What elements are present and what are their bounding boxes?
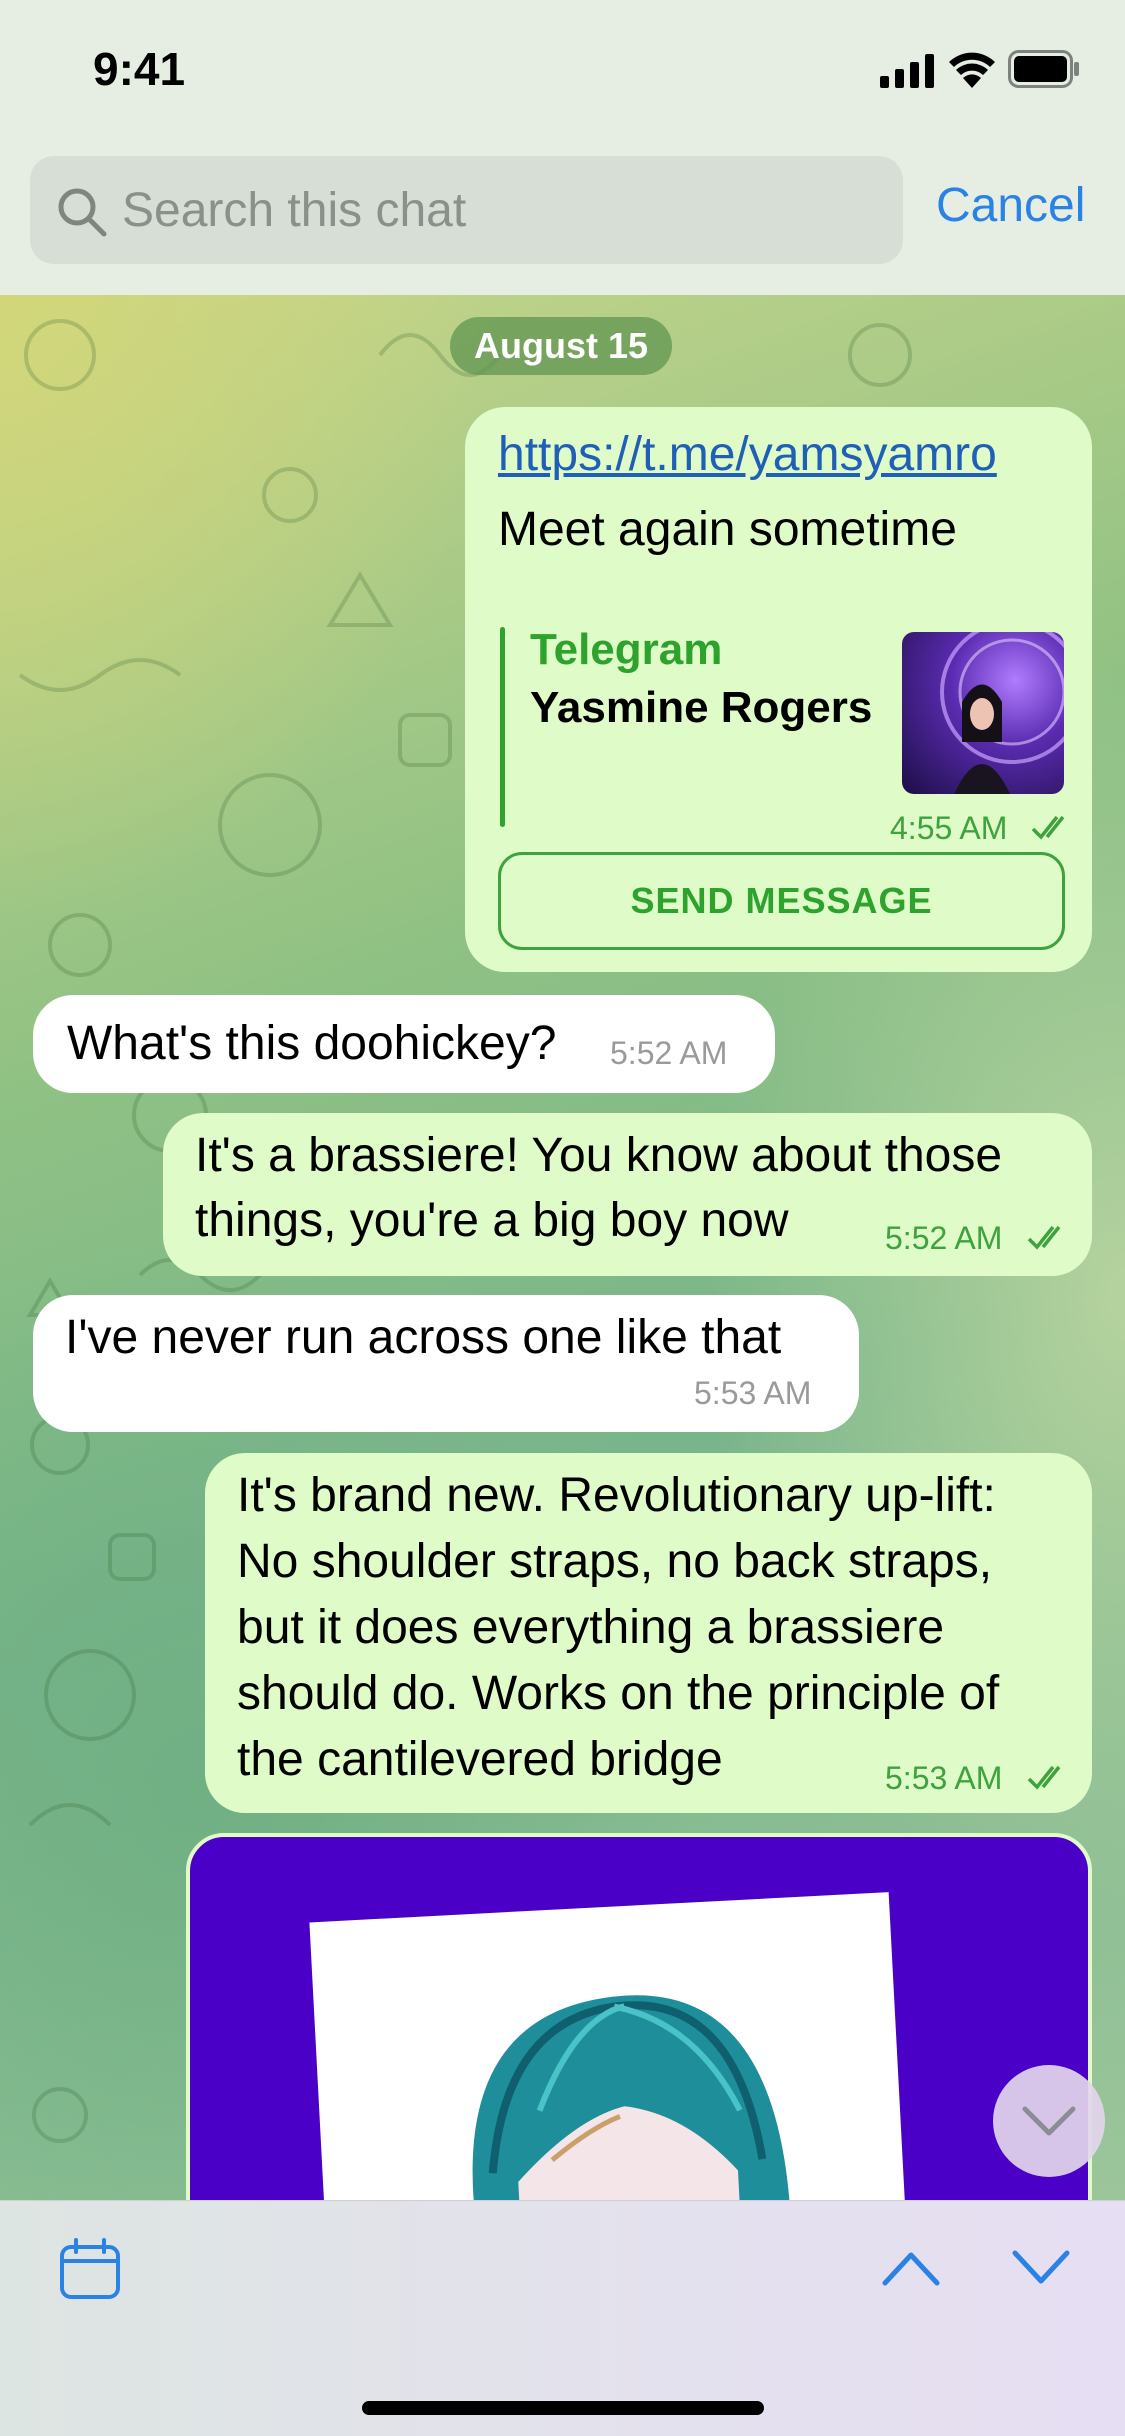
date-separator: August 15 xyxy=(450,317,672,375)
search-icon xyxy=(58,188,107,237)
wifi-icon xyxy=(949,52,995,88)
search-navigation-bar xyxy=(0,2200,1125,2436)
thumbnail-portrait xyxy=(940,632,1064,794)
message-text: Meet again sometime xyxy=(498,503,957,556)
search-input[interactable] xyxy=(122,156,882,264)
top-area: 9:41 Cancel xyxy=(0,0,1125,295)
link-preview-site: Telegram xyxy=(530,625,723,674)
link-preview-title: Yasmine Rogers xyxy=(530,683,873,732)
double-check-icon xyxy=(1027,1225,1061,1250)
battery-icon xyxy=(1008,50,1079,88)
signal-icon xyxy=(880,54,934,88)
message-time: 5:52 AM xyxy=(885,1220,1003,1256)
status-bar: 9:41 xyxy=(0,0,1125,140)
message-bubble-outgoing[interactable]: It's a brassiere! You know about those t… xyxy=(163,1113,1092,1276)
message-text: What's this doohickey? xyxy=(67,1017,557,1070)
link-preview-thumbnail[interactable] xyxy=(902,632,1064,794)
double-check-icon xyxy=(1027,1765,1061,1790)
message-bubble-outgoing[interactable]: It's brand new. Revolutionary up-lift: N… xyxy=(205,1453,1092,1813)
message-time: 4:55 AM xyxy=(890,810,1008,846)
photo-illustration xyxy=(472,1995,790,2200)
message-time: 5:52 AM xyxy=(610,1035,728,1071)
message-text-line: the cantilevered bridge xyxy=(237,1733,723,1786)
message-time: 5:53 AM xyxy=(694,1375,812,1411)
message-text-line: No shoulder straps, no back straps, xyxy=(237,1535,993,1588)
message-text: I've never run across one like that xyxy=(65,1311,782,1364)
message-bubble-incoming[interactable]: What's this doohickey? 5:52 AM xyxy=(33,995,775,1093)
message-text-line: things, you're a big boy now xyxy=(195,1194,789,1247)
chevron-down-icon[interactable] xyxy=(1010,2245,1072,2289)
chat-area[interactable]: August 15 https://t.me/yamsyamro Meet ag… xyxy=(0,295,1125,2200)
home-indicator xyxy=(362,2401,764,2415)
message-text-line: It's a brassiere! You know about those xyxy=(195,1129,1003,1182)
photo-message[interactable] xyxy=(186,1833,1092,2200)
double-check-icon xyxy=(1031,815,1065,840)
message-time: 5:53 AM xyxy=(885,1760,1003,1796)
status-time: 9:41 xyxy=(93,43,186,95)
scroll-to-bottom-button[interactable] xyxy=(993,2065,1105,2177)
message-text-line: should do. Works on the principle of xyxy=(237,1667,1000,1720)
message-text-line: but it does everything a brassiere xyxy=(237,1601,945,1654)
link-preview-accent-bar xyxy=(500,627,505,827)
message-text-line: It's brand new. Revolutionary up-lift: xyxy=(237,1469,996,1522)
chevron-up-icon[interactable] xyxy=(880,2245,942,2289)
cancel-button[interactable]: Cancel xyxy=(936,178,1085,233)
chevron-down-icon xyxy=(1022,2106,1076,2136)
send-message-button[interactable]: SEND MESSAGE xyxy=(498,852,1065,950)
message-bubble-outgoing[interactable]: https://t.me/yamsyamro Meet again someti… xyxy=(465,407,1092,972)
photo-card xyxy=(309,1892,911,2200)
message-bubble-incoming[interactable]: I've never run across one like that 5:53… xyxy=(33,1295,859,1432)
message-link[interactable]: https://t.me/yamsyamro xyxy=(498,427,997,482)
calendar-icon[interactable] xyxy=(58,2237,122,2301)
search-field[interactable] xyxy=(30,156,903,264)
